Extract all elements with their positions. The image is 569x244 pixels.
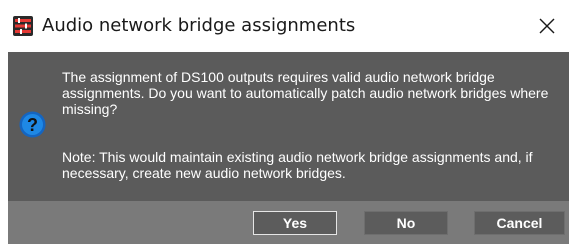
note-text: Note: This would maintain existing audio… — [62, 149, 533, 181]
dialog-window: Audio network bridge assignments ? The a… — [0, 0, 569, 244]
button-bar: Yes No Cancel — [8, 201, 569, 244]
close-icon[interactable] — [535, 14, 559, 38]
message-area: ? The assignment of DS100 outputs requir… — [8, 52, 569, 201]
dialog-title: Audio network bridge assignments — [42, 15, 356, 36]
message-text: The assignment of DS100 outputs requires… — [62, 69, 549, 117]
svg-text:?: ? — [27, 115, 38, 135]
no-button[interactable]: No — [364, 211, 448, 235]
app-icon — [13, 16, 33, 36]
cancel-button[interactable]: Cancel — [474, 211, 565, 235]
yes-button[interactable]: Yes — [253, 211, 337, 235]
title-bar: Audio network bridge assignments — [0, 0, 569, 52]
question-icon: ? — [19, 111, 46, 138]
